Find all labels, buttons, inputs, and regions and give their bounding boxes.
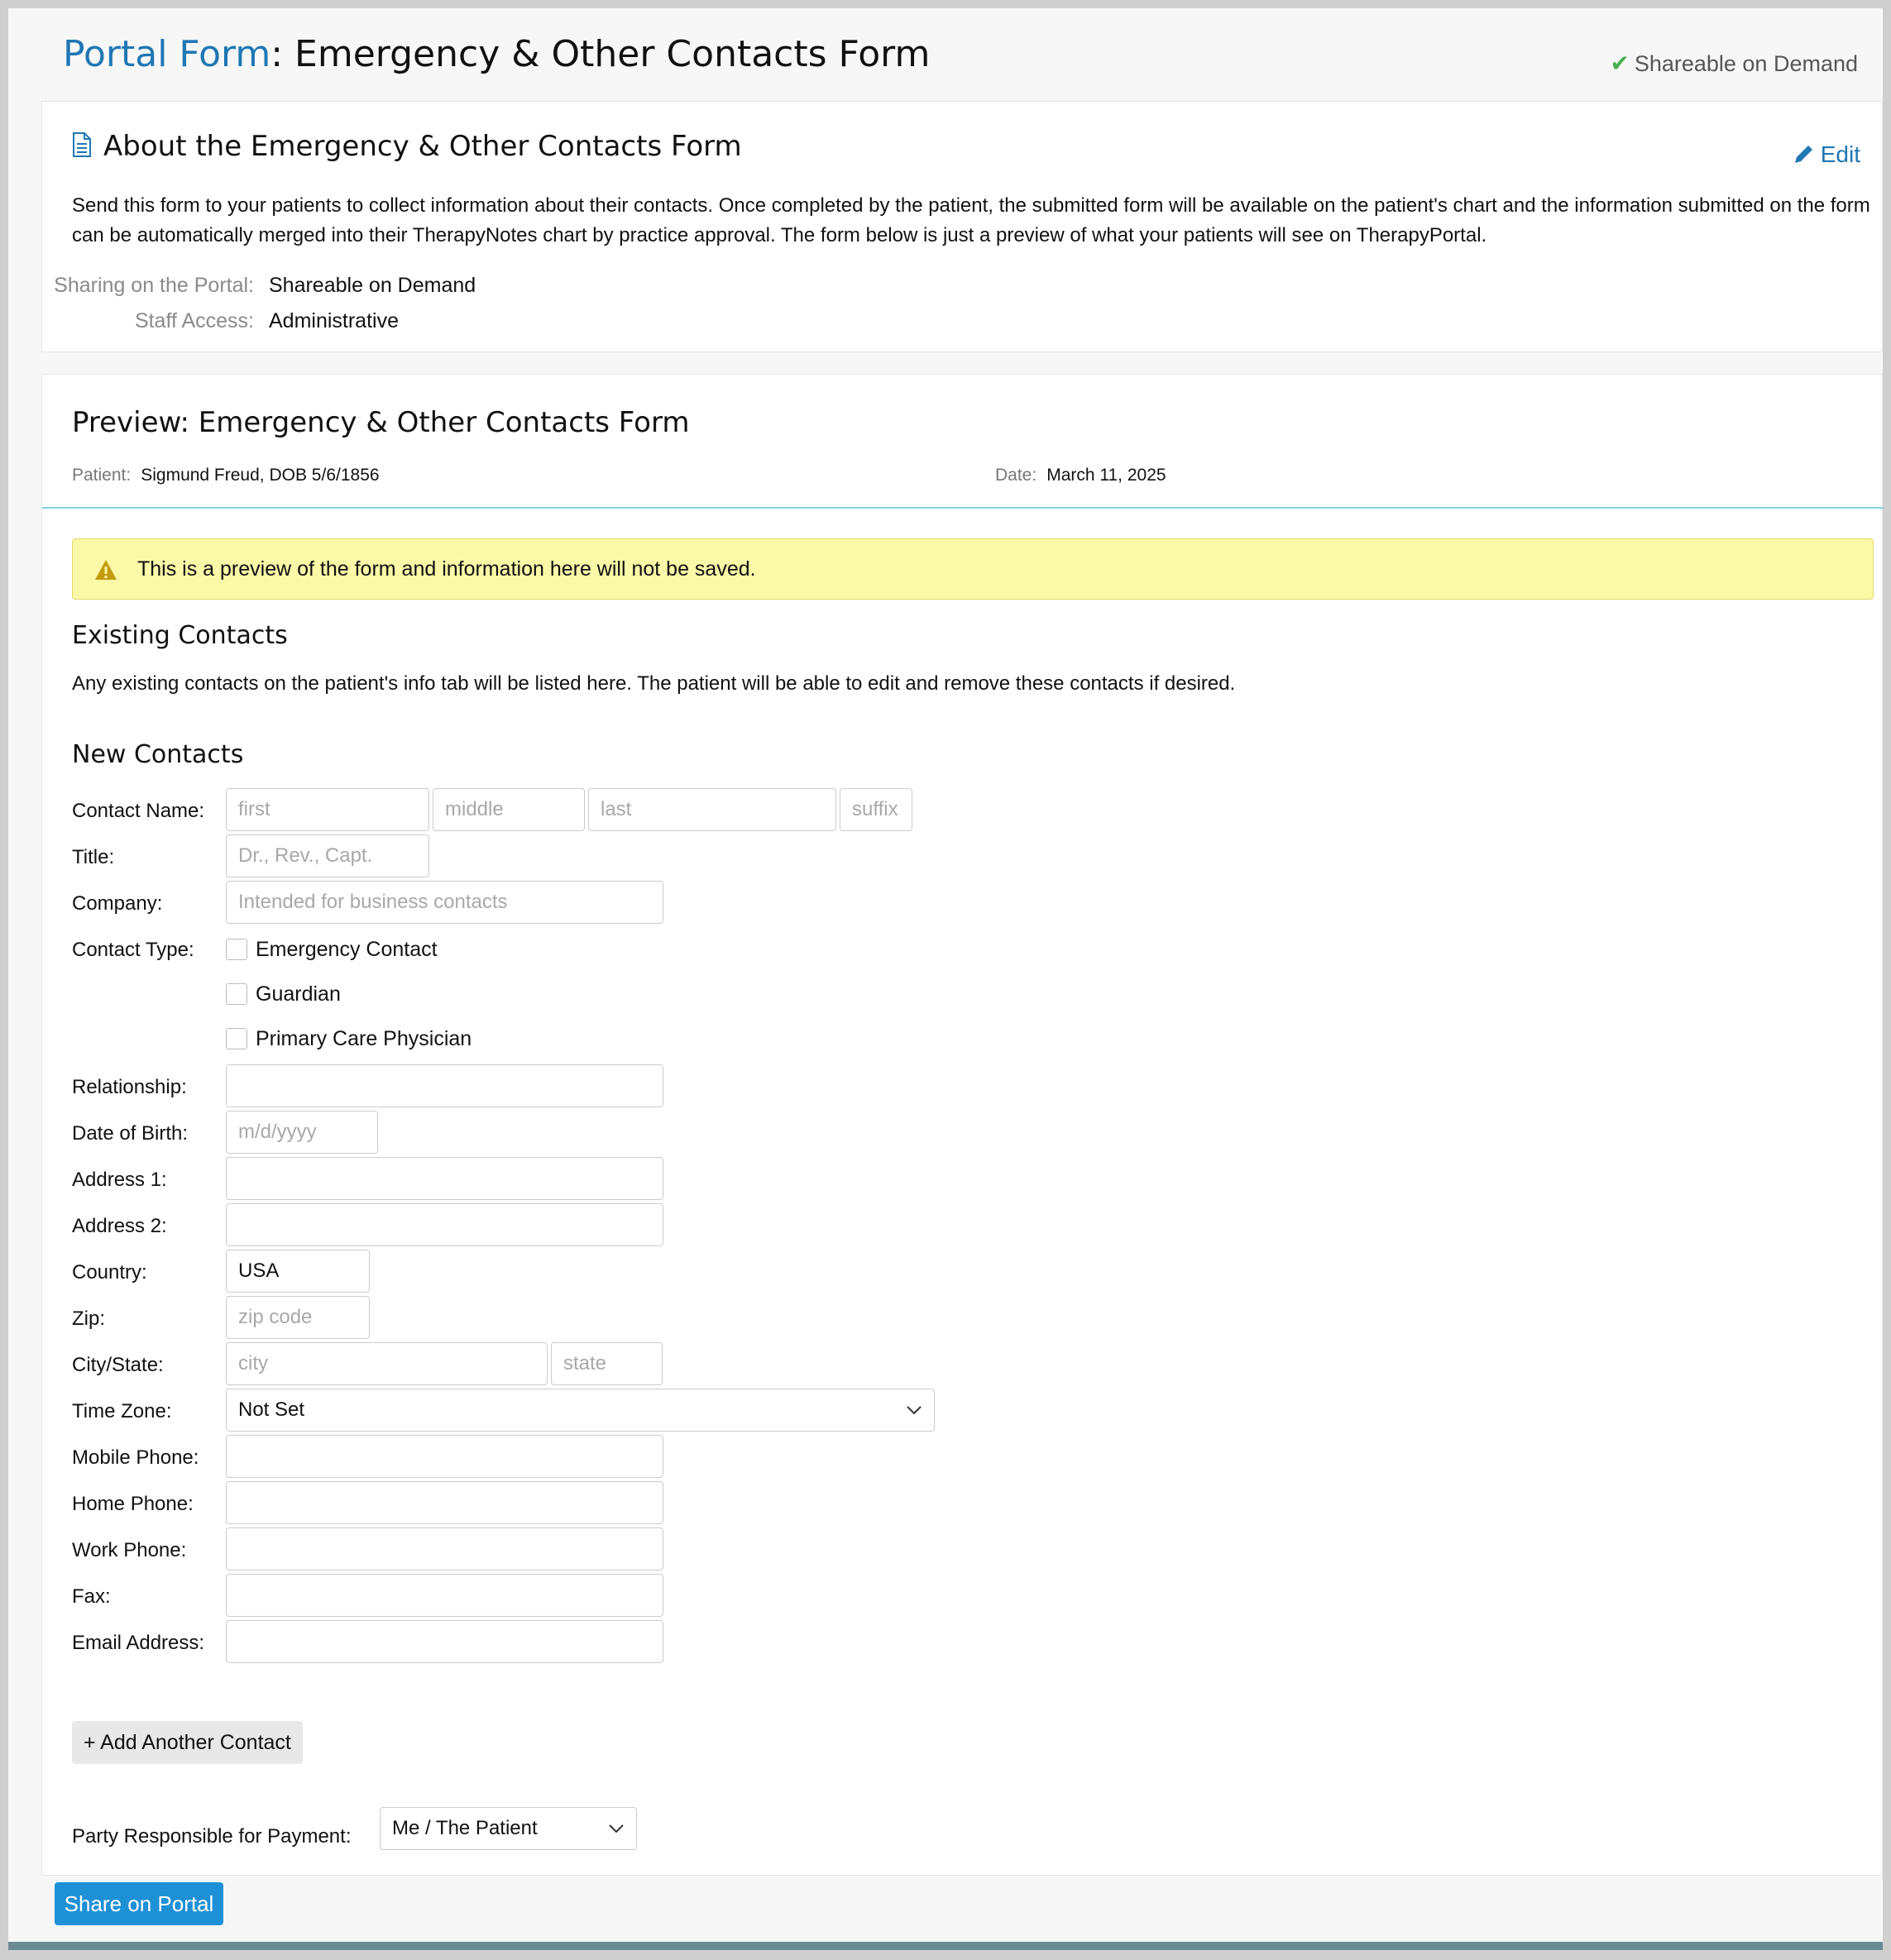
email-input[interactable]: [226, 1620, 663, 1663]
primary-care-physician-checkbox[interactable]: [226, 1028, 247, 1049]
warning-banner: This is a preview of the form and inform…: [72, 538, 1874, 600]
patient-value: Sigmund Freud, DOB 5/6/1856: [141, 466, 380, 485]
state-input[interactable]: state: [551, 1342, 663, 1385]
about-title: About the Emergency & Other Contacts For…: [72, 130, 742, 163]
dob-label: Date of Birth:: [72, 1122, 189, 1145]
contact-type-label: Contact Type:: [72, 939, 194, 961]
title-input[interactable]: Dr., Rev., Capt.: [226, 834, 429, 877]
warning-text: This is a preview of the form and inform…: [137, 557, 756, 581]
email-label: Email Address:: [72, 1632, 205, 1654]
address2-label: Address 2:: [72, 1215, 167, 1237]
about-panel: About the Emergency & Other Contacts For…: [41, 101, 1883, 352]
middle-name-input[interactable]: middle: [433, 788, 585, 831]
dob-input[interactable]: m/d/yyyy: [226, 1111, 378, 1154]
preview-panel: Preview: Emergency & Other Contacts Form…: [41, 374, 1884, 1876]
payment-select[interactable]: Me / The Patient: [380, 1807, 637, 1850]
city-state-label: City/State:: [72, 1354, 164, 1376]
work-phone-label: Work Phone:: [72, 1539, 187, 1561]
warning-icon: [95, 560, 117, 580]
preview-title: Preview: Emergency & Other Contacts Form: [72, 406, 690, 439]
emergency-contact-checkbox[interactable]: [226, 939, 247, 960]
page-title: Portal Form: Emergency & Other Contacts …: [63, 33, 930, 75]
mobile-phone-input[interactable]: [226, 1435, 663, 1478]
date-label: Date:: [995, 466, 1037, 485]
work-phone-input[interactable]: [226, 1527, 663, 1570]
existing-contacts-title: Existing Contacts: [72, 621, 288, 650]
new-contacts-title: New Contacts: [72, 740, 244, 769]
home-phone-label: Home Phone:: [72, 1493, 194, 1515]
zip-label: Zip:: [72, 1307, 106, 1330]
relationship-label: Relationship:: [72, 1076, 187, 1098]
home-phone-input[interactable]: [226, 1481, 663, 1524]
time-zone-label: Time Zone:: [72, 1400, 172, 1422]
divider: [42, 507, 1884, 509]
company-label: Company:: [72, 892, 163, 915]
emergency-contact-label[interactable]: Emergency Contact: [256, 938, 438, 962]
sharing-label: Sharing on the Portal:: [54, 274, 254, 297]
guardian-checkbox[interactable]: [226, 983, 247, 1005]
fax-label: Fax:: [72, 1585, 111, 1608]
bottom-strip: [8, 1942, 1883, 1950]
address1-label: Address 1:: [72, 1169, 167, 1191]
city-input[interactable]: city: [226, 1342, 548, 1385]
chevron-down-icon: [609, 1824, 624, 1833]
patient-info: Patient: Sigmund Freud, DOB 5/6/1856: [72, 466, 380, 485]
contact-name-label: Contact Name:: [72, 800, 205, 822]
zip-input[interactable]: zip code: [226, 1296, 370, 1339]
relationship-input[interactable]: [226, 1064, 663, 1107]
existing-contacts-text: Any existing contacts on the patient's i…: [72, 672, 1236, 695]
about-title-text: About the Emergency & Other Contacts For…: [103, 130, 742, 163]
staff-access-value: Administrative: [269, 309, 399, 332]
payment-label: Party Responsible for Payment:: [72, 1825, 352, 1848]
country-input[interactable]: USA: [226, 1250, 370, 1293]
patient-label: Patient:: [72, 466, 132, 485]
mobile-phone-label: Mobile Phone:: [72, 1446, 199, 1469]
guardian-label[interactable]: Guardian: [256, 982, 341, 1006]
primary-care-physician-label[interactable]: Primary Care Physician: [256, 1027, 472, 1051]
date-info: Date: March 11, 2025: [995, 466, 1166, 485]
edit-label: Edit: [1820, 141, 1860, 167]
last-name-input[interactable]: last: [588, 788, 836, 831]
document-icon: [73, 132, 91, 157]
staff-access-row: Staff Access: Administrative: [42, 309, 399, 333]
pencil-icon: [1794, 146, 1812, 163]
chevron-down-icon: [907, 1406, 922, 1415]
title-label: Title:: [72, 846, 115, 868]
address1-input[interactable]: [226, 1157, 663, 1200]
country-label: Country:: [72, 1261, 147, 1284]
fax-input[interactable]: [226, 1574, 663, 1617]
first-name-input[interactable]: first: [226, 788, 429, 831]
about-description: Send this form to your patients to colle…: [72, 194, 1870, 246]
sharing-value: Shareable on Demand: [269, 274, 476, 297]
share-status-label: Shareable on Demand: [1634, 51, 1858, 76]
sharing-row: Sharing on the Portal: Shareable on Deman…: [42, 274, 476, 298]
address2-input[interactable]: [226, 1203, 663, 1246]
date-value: March 11, 2025: [1046, 466, 1166, 485]
share-status: ✔ Shareable on Demand: [1610, 50, 1858, 77]
suffix-input[interactable]: suffix: [840, 788, 912, 831]
page-title-rest: : Emergency & Other Contacts Form: [270, 33, 931, 75]
payment-value: Me / The Patient: [392, 1817, 538, 1839]
time-zone-value: Not Set: [238, 1398, 305, 1421]
check-icon: ✔: [1610, 50, 1630, 76]
page-title-lead[interactable]: Portal Form: [63, 33, 270, 75]
page-header: Portal Form: Emergency & Other Contacts …: [8, 8, 1883, 101]
company-input[interactable]: Intended for business contacts: [226, 881, 663, 924]
staff-access-label: Staff Access:: [134, 309, 254, 332]
share-on-portal-button[interactable]: Share on Portal: [55, 1882, 223, 1925]
time-zone-select[interactable]: Not Set: [226, 1389, 935, 1432]
app-window: Portal Form: Emergency & Other Contacts …: [8, 8, 1884, 1950]
add-another-contact-button[interactable]: + Add Another Contact: [72, 1721, 303, 1764]
edit-button[interactable]: Edit: [1793, 141, 1860, 168]
